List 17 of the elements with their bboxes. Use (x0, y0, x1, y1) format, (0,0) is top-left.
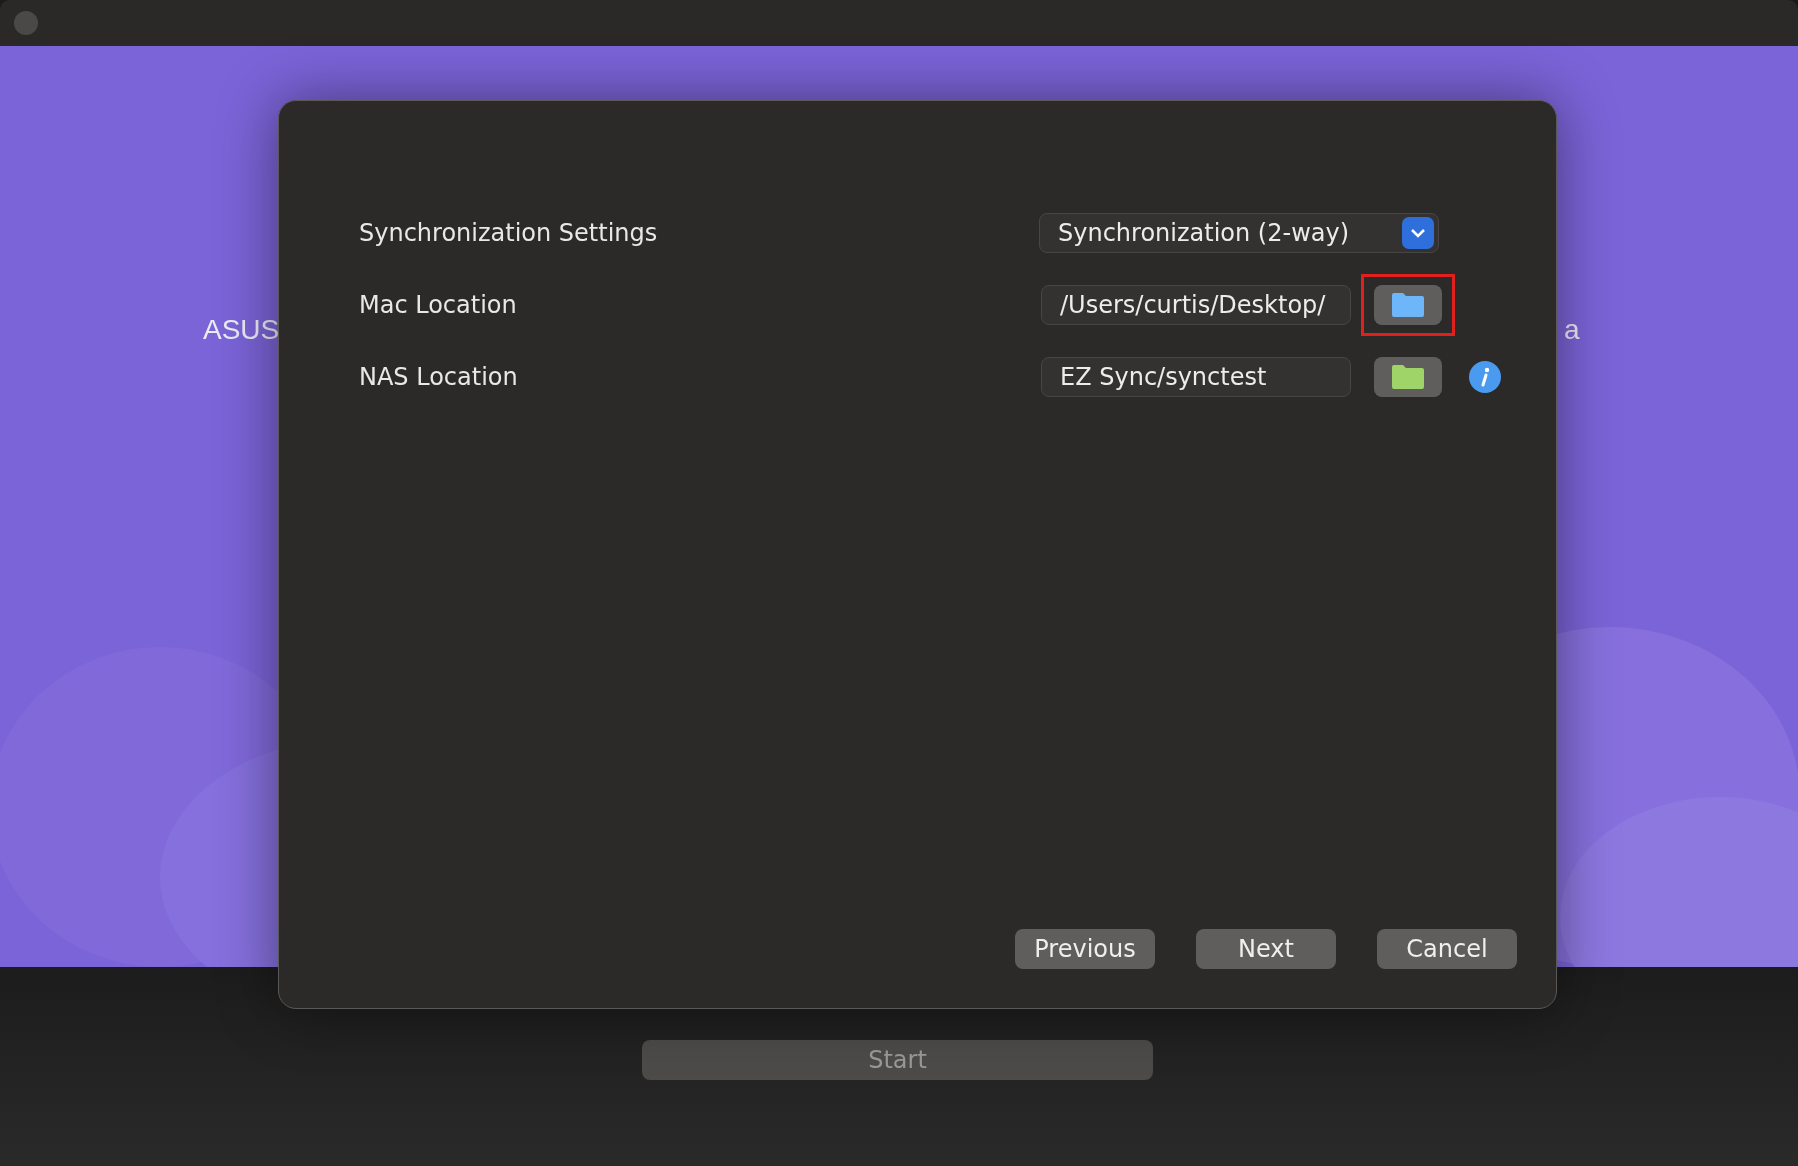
dialog-button[interactable]: Next (1196, 929, 1336, 969)
info-icon[interactable] (1469, 361, 1501, 393)
dialog-button[interactable]: Cancel (1377, 929, 1517, 969)
location-label: Mac Location (359, 291, 518, 319)
background-text: a (1564, 314, 1580, 346)
setting-label: Synchronization Settings (359, 219, 659, 247)
dialog-button[interactable]: Previous (1015, 929, 1155, 969)
browse-folder-button[interactable] (1374, 357, 1442, 397)
path-field[interactable]: /Users/curtis/Desktop/ (1041, 285, 1351, 325)
mode-dropdown[interactable]: Synchronization (2-way) (1039, 213, 1439, 253)
browse-folder-button[interactable] (1374, 285, 1442, 325)
folder-icon (1391, 364, 1425, 390)
chevron-down-icon (1402, 217, 1434, 249)
background-text: ASUS (203, 314, 280, 346)
location-label: NAS Location (359, 363, 519, 391)
folder-icon (1391, 292, 1425, 318)
path-field[interactable]: EZ Sync/synctest (1041, 357, 1351, 397)
